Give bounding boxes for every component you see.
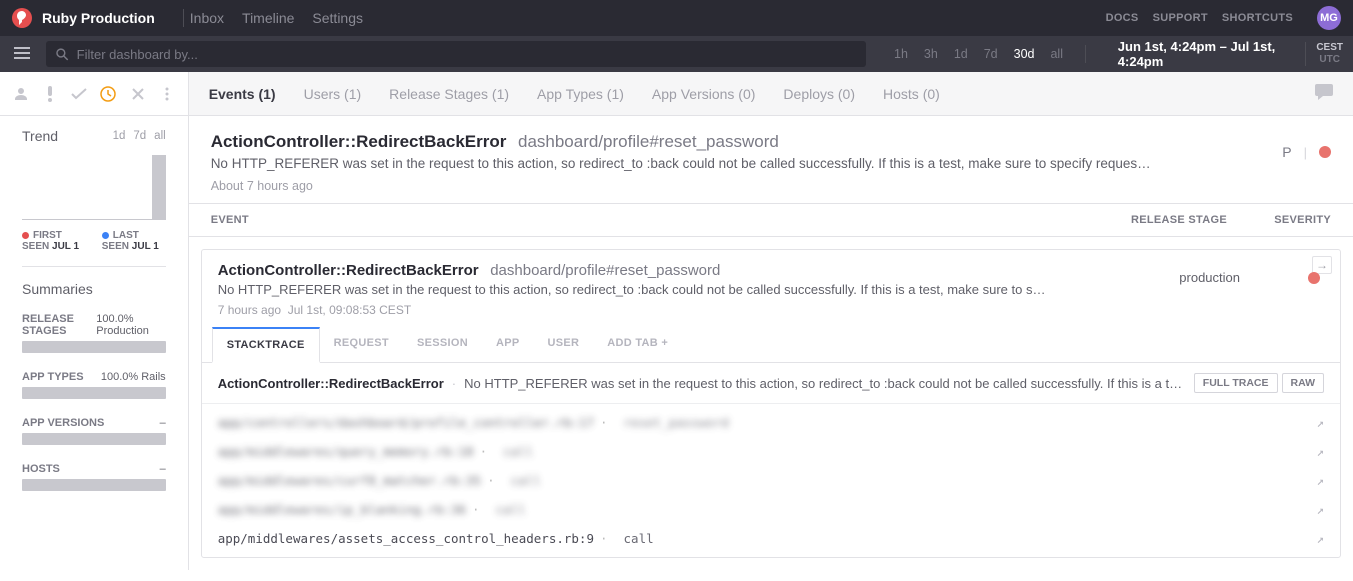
trend-chart (22, 150, 166, 220)
tab-app-versions[interactable]: App Versions (0) (652, 86, 756, 102)
tab-user[interactable]: USER (533, 327, 593, 362)
event-card: → ActionController::RedirectBackError da… (201, 249, 1341, 558)
chat-icon[interactable] (1315, 84, 1333, 103)
event-severity-dot (1308, 272, 1320, 284)
date-range[interactable]: Jun 1st, 4:24pm – Jul 1st, 4:24pm (1104, 39, 1294, 69)
tab-deploys[interactable]: Deploys (0) (783, 86, 855, 102)
error-context: dashboard/profile#reset_password (518, 132, 779, 151)
event-detail-tabs: STACKTRACE REQUEST SESSION APP USER ADD … (202, 327, 1340, 363)
tabs: Events (1) Users (1) Release Stages (1) … (189, 72, 1353, 116)
first-seen: FIRST SEEN JUL 1 (22, 230, 88, 252)
project-name[interactable]: Ruby Production (42, 10, 155, 26)
trend-1d[interactable]: 1d (113, 130, 126, 142)
full-trace-button[interactable]: FULL TRACE (1194, 373, 1278, 393)
range-1d[interactable]: 1d (950, 45, 972, 63)
sidebar-actions (0, 72, 188, 116)
stack-frame[interactable]: app/middlewares/query_memory.rb:18·call … (202, 437, 1340, 466)
summaries-title: Summaries (0, 267, 188, 303)
menu-icon[interactable] (10, 45, 34, 64)
stack-frame[interactable]: app/middlewares/ip_blanking.rb:36·call ↗ (202, 495, 1340, 524)
trend-bar (152, 155, 166, 219)
st-message: No HTTP_REFERER was set in the request t… (464, 376, 1186, 391)
event-message: No HTTP_REFERER was set in the request t… (218, 282, 1048, 297)
pill-stage: P (1282, 144, 1291, 160)
event-context: dashboard/profile#reset_password (490, 262, 720, 279)
close-icon[interactable] (126, 88, 150, 100)
tab-request[interactable]: REQUEST (320, 327, 403, 362)
nav-inbox[interactable]: Inbox (190, 10, 224, 26)
external-link-icon[interactable]: ↗ (1316, 415, 1324, 430)
content: Events (1) Users (1) Release Stages (1) … (189, 72, 1353, 570)
top-nav: Ruby Production Inbox Timeline Settings … (0, 0, 1353, 36)
stack-frames: app/controllers/dashboard/profile_contro… (202, 404, 1340, 557)
trend-7d[interactable]: 7d (133, 130, 146, 142)
error-message: No HTTP_REFERER was set in the request t… (211, 156, 1151, 171)
link-support[interactable]: SUPPORT (1153, 12, 1208, 24)
summary-app-types[interactable]: APP TYPES100.0% Rails (0, 361, 188, 407)
summary-hosts[interactable]: HOSTS– (0, 453, 188, 499)
tab-events[interactable]: Events (1) (209, 86, 276, 102)
tab-session[interactable]: SESSION (403, 327, 482, 362)
range-all[interactable]: all (1046, 45, 1067, 63)
warning-icon[interactable] (38, 86, 62, 102)
separator (1085, 45, 1086, 63)
tab-add[interactable]: ADD TAB + (593, 327, 682, 362)
tab-app-types[interactable]: App Types (1) (537, 86, 624, 102)
event-class: ActionController::RedirectBackError (218, 262, 479, 279)
event-time: 7 hours ago Jul 1st, 09:08:53 CEST (218, 303, 1324, 317)
stacktrace-summary: ActionController::RedirectBackError · No… (202, 363, 1340, 404)
summary-app-versions[interactable]: APP VERSIONS– (0, 407, 188, 453)
raw-button[interactable]: RAW (1282, 373, 1325, 393)
stack-frame[interactable]: app/controllers/dashboard/profile_contro… (202, 408, 1340, 437)
logo-icon[interactable] (12, 8, 32, 28)
last-seen: LAST SEEN JUL 1 (102, 230, 166, 252)
timezone-toggle[interactable]: CEST UTC (1305, 42, 1343, 66)
range-1h[interactable]: 1h (890, 45, 912, 63)
stack-frame[interactable]: app/middlewares/curf8_matcher.rb:35·call… (202, 466, 1340, 495)
trend-section: Trend 1d 7d all FIRST SEEN JUL 1 LAST SE… (0, 116, 188, 266)
more-icon[interactable] (155, 87, 179, 101)
sidebar: Trend 1d 7d all FIRST SEEN JUL 1 LAST SE… (0, 72, 189, 570)
separator (183, 9, 184, 27)
search-input[interactable] (77, 47, 856, 62)
st-class: ActionController::RedirectBackError (218, 376, 444, 391)
range-3h[interactable]: 3h (920, 45, 942, 63)
trend-all[interactable]: all (154, 130, 166, 142)
event-table-header: EVENT RELEASE STAGE SEVERITY (189, 204, 1353, 237)
error-header: ActionController::RedirectBackError dash… (189, 116, 1353, 204)
search-box[interactable] (46, 41, 866, 67)
tab-release-stages[interactable]: Release Stages (1) (389, 86, 509, 102)
error-class: ActionController::RedirectBackError (211, 132, 507, 151)
snooze-icon[interactable] (96, 86, 120, 102)
tab-users[interactable]: Users (1) (304, 86, 362, 102)
check-icon[interactable] (67, 88, 91, 100)
tab-app[interactable]: APP (482, 327, 534, 362)
range-30d[interactable]: 30d (1010, 45, 1039, 63)
nav-settings[interactable]: Settings (312, 10, 363, 26)
tab-stacktrace[interactable]: STACKTRACE (212, 327, 320, 363)
external-link-icon[interactable]: ↗ (1316, 531, 1324, 546)
external-link-icon[interactable]: ↗ (1316, 473, 1324, 488)
external-link-icon[interactable]: ↗ (1316, 502, 1324, 517)
event-stage: production (1179, 270, 1240, 285)
link-shortcuts[interactable]: SHORTCUTS (1222, 12, 1293, 24)
trend-title: Trend (22, 128, 58, 144)
filter-bar: 1h 3h 1d 7d 30d all Jun 1st, 4:24pm – Ju… (0, 36, 1353, 72)
user-icon[interactable] (9, 87, 33, 101)
stack-frame[interactable]: app/middlewares/assets_access_control_he… (202, 524, 1340, 553)
external-link-icon[interactable]: ↗ (1316, 444, 1324, 459)
search-icon (56, 48, 69, 61)
summary-release-stages[interactable]: RELEASE STAGES100.0% Production (0, 303, 188, 361)
range-7d[interactable]: 7d (980, 45, 1002, 63)
tab-hosts[interactable]: Hosts (0) (883, 86, 940, 102)
error-time: About 7 hours ago (211, 179, 1331, 193)
link-docs[interactable]: DOCS (1106, 12, 1139, 24)
avatar[interactable]: MG (1317, 6, 1341, 30)
nav-timeline[interactable]: Timeline (242, 10, 294, 26)
severity-dot (1319, 146, 1331, 158)
range-buttons: 1h 3h 1d 7d 30d all (890, 45, 1067, 63)
